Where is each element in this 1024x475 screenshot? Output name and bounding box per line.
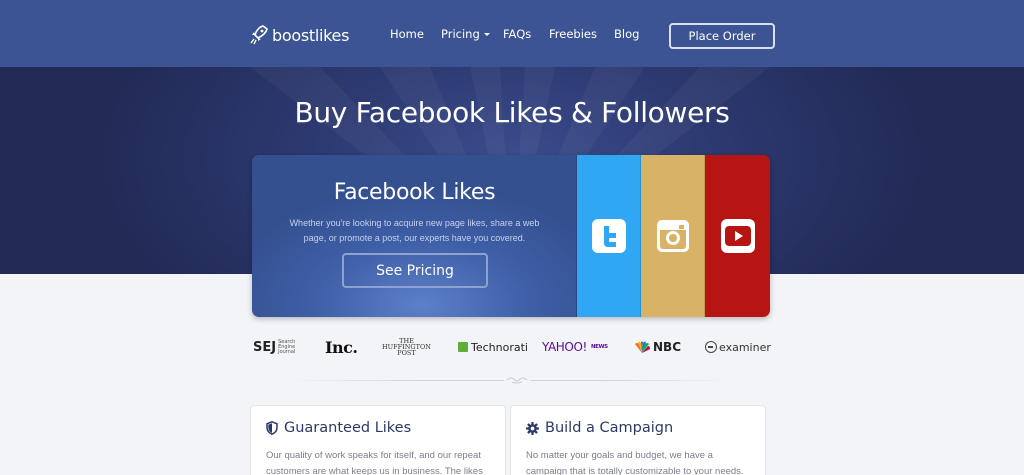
press-logo-yahoo-news: YAHOO! NEWS — [542, 336, 608, 358]
logo[interactable]: boostlikes — [249, 22, 349, 48]
feature-text: Our quality of work speaks for itself, a… — [266, 450, 483, 475]
yahoo-subtext: NEWS — [590, 344, 608, 350]
tab-youtube[interactable] — [705, 155, 770, 317]
sej-text: SEJ — [253, 339, 277, 355]
yahoo-text: YAHOO! — [542, 340, 587, 354]
instagram-icon — [656, 220, 689, 252]
feature-box-guaranteed: Guaranteed Likes Our quality of work spe… — [250, 405, 506, 475]
huff-line-3: POST — [397, 349, 416, 357]
feature-heading: Guaranteed Likes — [266, 420, 411, 436]
press-logo-examiner: examiner — [705, 336, 771, 358]
gear-icon — [526, 421, 539, 435]
feature-heading: Build a Campaign — [526, 420, 673, 436]
feature-title: Guaranteed Likes — [284, 420, 412, 436]
feature-text: No matter your goals and budget, we have… — [526, 450, 744, 475]
nbc-text: NBC — [653, 340, 681, 354]
technorati-text: Technorati — [471, 340, 528, 354]
rocket-logo-icon — [250, 25, 268, 45]
logo-text: boostlikes — [272, 25, 350, 45]
nav-home[interactable]: Home — [390, 27, 424, 41]
caret-down-icon — [483, 33, 490, 36]
youtube-icon — [720, 219, 755, 253]
page-title: Buy Facebook Likes & Followers — [294, 96, 730, 129]
press-logo-sej: SEJ Search Engine Journal — [253, 336, 306, 358]
nav-pricing[interactable]: Pricing — [441, 27, 490, 41]
nbc-peacock-icon — [635, 341, 650, 353]
examiner-text: examiner — [719, 340, 771, 354]
tab-instagram[interactable] — [641, 155, 705, 317]
nav-pricing-label: Pricing — [441, 27, 480, 41]
press-logo-nbc: NBC — [633, 336, 681, 358]
feature-box-campaign: Build a Campaign No matter your goals an… — [510, 405, 766, 475]
tab-twitter[interactable] — [577, 155, 641, 317]
twitter-icon — [591, 219, 626, 253]
card-description: Whether you're looking to acquire new pa… — [289, 218, 540, 243]
examiner-mark-icon — [705, 341, 717, 353]
card-title: Facebook Likes — [333, 180, 496, 205]
see-pricing-button[interactable]: See Pricing — [342, 253, 488, 288]
press-logo-huffington-post: THE HUFFINGTON POST — [382, 336, 431, 358]
nav-faqs[interactable]: FAQs — [503, 27, 531, 41]
press-logo-technorati: Technorati — [458, 336, 528, 358]
nav-freebies[interactable]: Freebies — [549, 27, 597, 41]
service-card: Facebook Likes Whether you're looking to… — [252, 155, 770, 317]
sej-subtext: Search Engine Journal — [278, 338, 296, 355]
place-order-button[interactable]: Place Order — [669, 23, 775, 49]
shield-icon — [266, 421, 278, 435]
technorati-mark-icon — [458, 342, 468, 352]
press-logo-inc: Inc. — [325, 337, 358, 357]
nav-blog[interactable]: Blog — [614, 27, 639, 41]
facebook-panel: Facebook Likes Whether you're looking to… — [252, 155, 577, 317]
top-nav: boostlikes Home Pricing FAQs Freebies Bl… — [0, 0, 1024, 67]
feature-title: Build a Campaign — [545, 420, 674, 436]
divider-ornament-icon — [504, 373, 530, 387]
